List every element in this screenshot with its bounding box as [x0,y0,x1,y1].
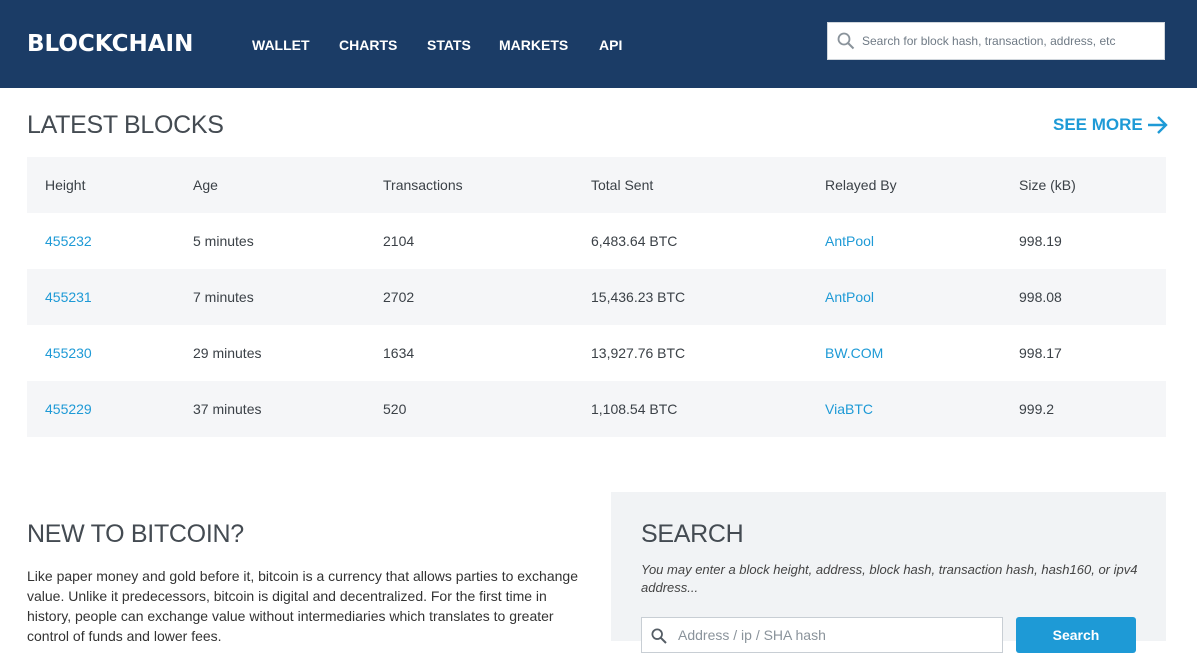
relayed-by-link[interactable]: BW.COM [825,325,883,381]
search-button[interactable]: Search [1016,617,1136,653]
block-total-sent: 6,483.64 BTC [591,233,678,249]
address-search-box [641,617,1003,653]
block-size: 998.17 [1019,345,1062,361]
column-header-height: Height [45,177,86,193]
block-transactions: 2104 [383,233,415,249]
block-height-link[interactable]: 455231 [45,269,92,325]
top-header: BLOCKCHAIN WALLET CHARTS STATS MARKETS A… [0,0,1197,88]
search-icon [837,32,855,50]
nav-api[interactable]: API [599,36,622,54]
relayed-by-link[interactable]: ViaBTC [825,381,873,437]
arrow-right-icon [1148,116,1168,134]
header-search-input[interactable] [862,23,1158,59]
block-age: 5 minutes [193,233,254,249]
block-transactions: 1634 [383,345,415,361]
table-header-row: Height Age Transactions Total Sent Relay… [27,157,1166,213]
see-more-link[interactable]: SEE MORE [1053,114,1168,138]
table-row: 455232 5 minutes 2104 6,483.64 BTC AntPo… [27,213,1166,269]
column-header-relayed-by: Relayed By [825,177,897,193]
block-total-sent: 1,108.54 BTC [591,401,678,417]
search-panel-title: SEARCH [641,520,744,548]
nav-charts[interactable]: CHARTS [339,36,397,54]
block-age: 7 minutes [193,289,254,305]
relayed-by-link[interactable]: AntPool [825,269,874,325]
latest-blocks-table: Height Age Transactions Total Sent Relay… [27,157,1166,437]
search-icon [651,628,667,644]
column-header-transactions: Transactions [383,177,463,193]
block-age: 29 minutes [193,345,262,361]
see-more-label: SEE MORE [1053,115,1143,134]
column-header-total-sent: Total Sent [591,177,654,193]
column-header-age: Age [193,177,218,193]
block-height-link[interactable]: 455229 [45,381,92,437]
block-size: 999.2 [1019,401,1055,417]
table-row: 455229 37 minutes 520 1,108.54 BTC ViaBT… [27,381,1166,437]
block-total-sent: 15,436.23 BTC [591,289,686,305]
new-to-bitcoin-text: Like paper money and gold before it, bit… [27,568,578,644]
address-search-input[interactable] [678,618,998,652]
nav-stats[interactable]: STATS [427,36,471,54]
search-panel: SEARCH You may enter a block height, add… [611,492,1166,653]
block-age: 37 minutes [193,401,262,417]
header-search-box [827,22,1165,60]
table-row: 455230 29 minutes 1634 13,927.76 BTC BW.… [27,325,1166,381]
relayed-by-link[interactable]: AntPool [825,213,874,269]
column-header-size: Size (kB) [1019,177,1076,193]
block-size: 998.08 [1019,289,1062,305]
new-to-bitcoin-title: NEW TO BITCOIN? [27,520,244,548]
nav-markets[interactable]: MARKETS [499,36,568,54]
block-height-link[interactable]: 455230 [45,325,92,381]
block-height-link[interactable]: 455232 [45,213,92,269]
blockchain-logo[interactable]: BLOCKCHAIN [27,30,193,58]
search-hint: You may enter a block height, address, b… [641,562,1138,595]
latest-blocks-title: LATEST BLOCKS [27,111,224,139]
block-total-sent: 13,927.76 BTC [591,345,686,361]
block-transactions: 520 [383,401,407,417]
block-transactions: 2702 [383,289,415,305]
nav-wallet[interactable]: WALLET [252,36,310,54]
table-row: 455231 7 minutes 2702 15,436.23 BTC AntP… [27,269,1166,325]
block-size: 998.19 [1019,233,1062,249]
